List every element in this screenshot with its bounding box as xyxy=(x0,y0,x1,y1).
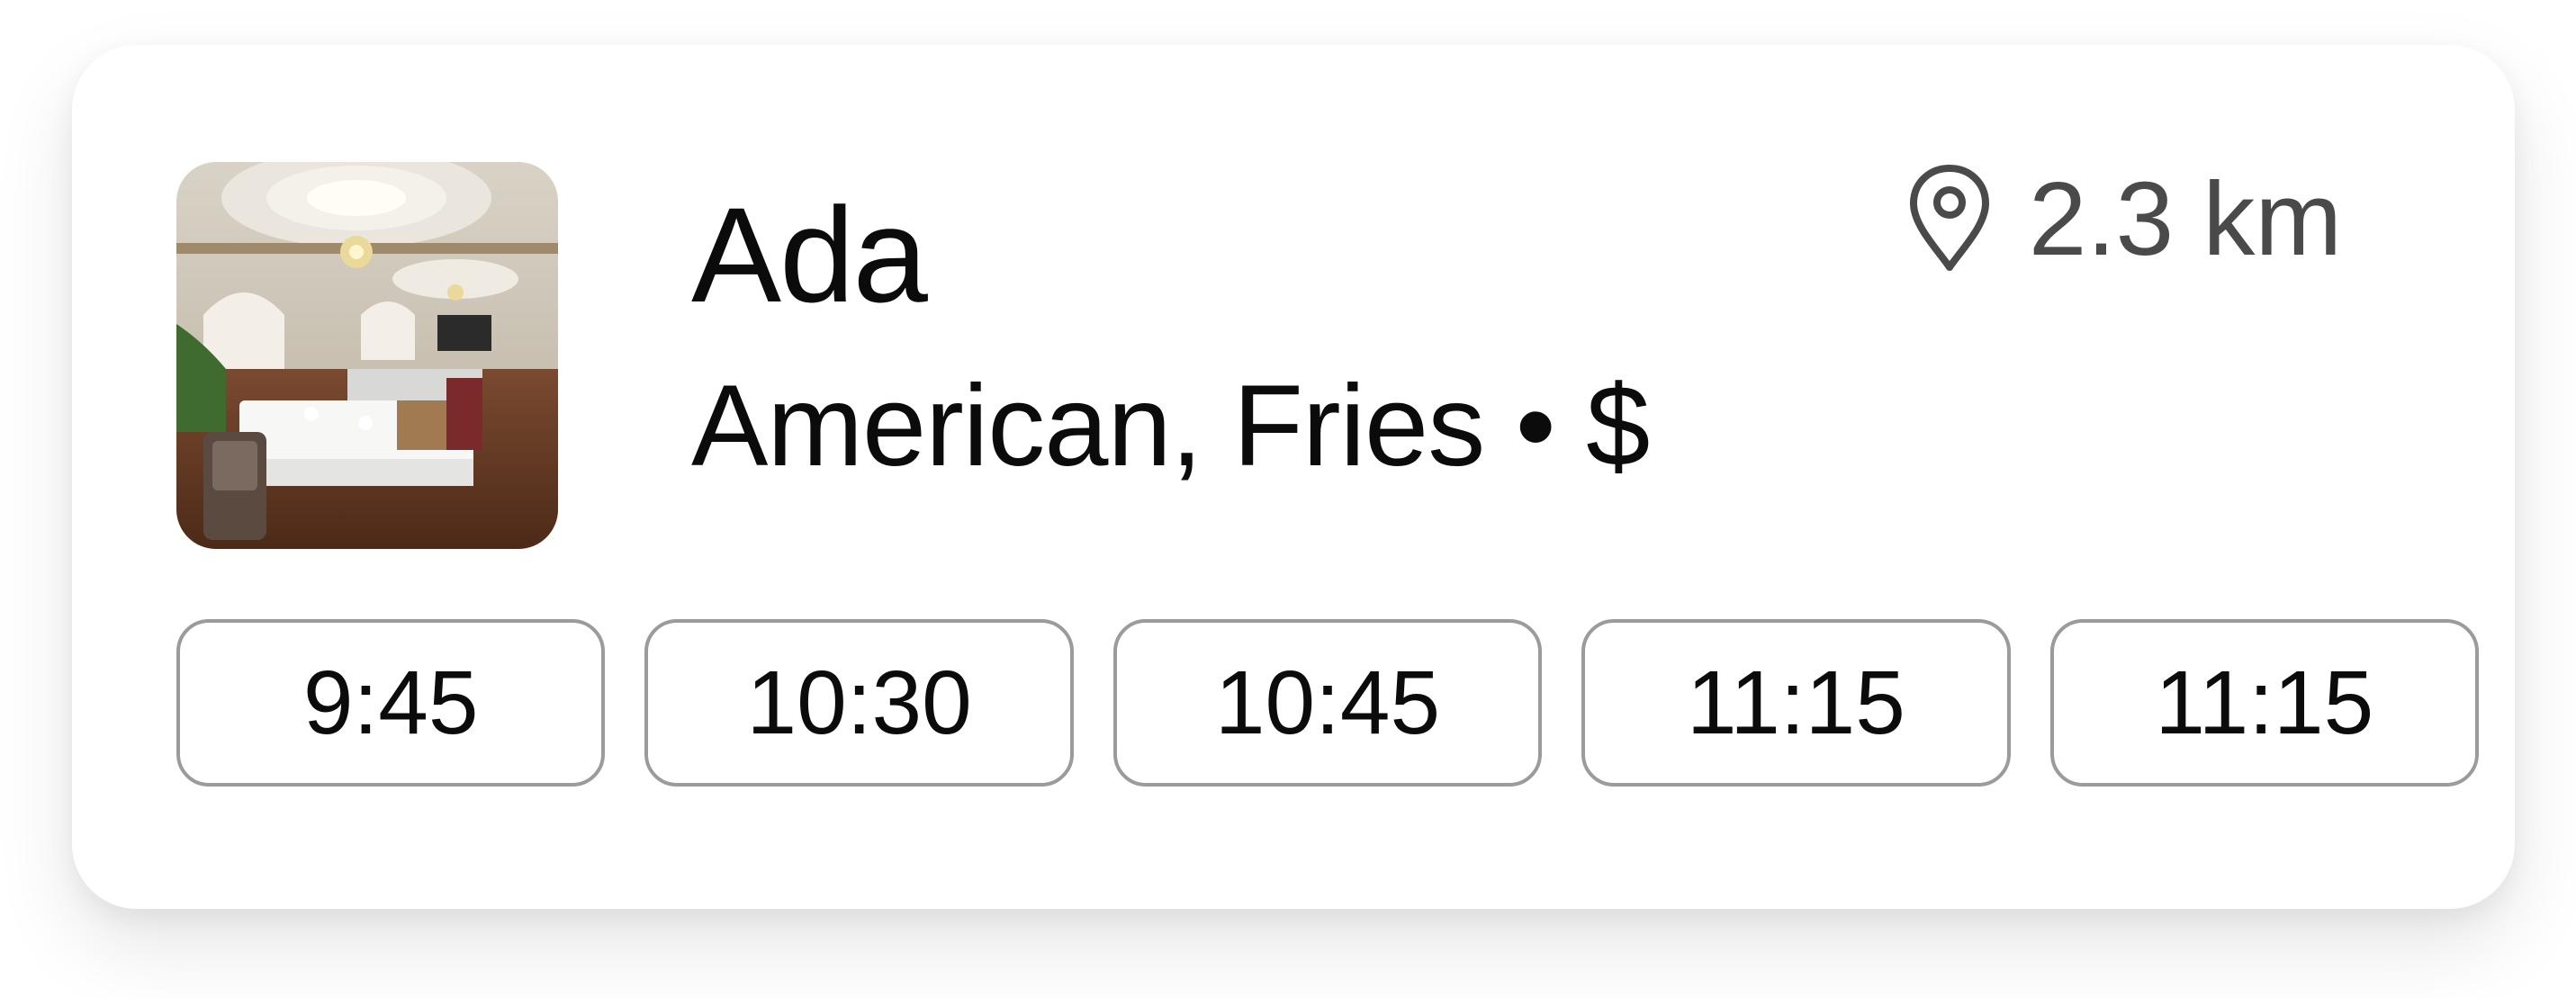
time-slot-list: 9:45 10:30 10:45 11:15 11:15 xyxy=(176,619,2480,792)
screen: Ada American, Fries • $ 2.3 km 9:45 10:3… xyxy=(0,0,2576,998)
restaurant-photo xyxy=(176,162,558,549)
time-slot-button[interactable]: 9:45 xyxy=(176,619,606,787)
cuisine-price: American, Fries • $ xyxy=(691,362,1650,490)
restaurant-name: Ada xyxy=(691,179,928,330)
time-slot-button[interactable]: 11:15 xyxy=(1581,619,2011,787)
restaurant-card[interactable]: Ada American, Fries • $ 2.3 km 9:45 10:3… xyxy=(72,45,2515,909)
time-slot-button[interactable]: 11:15 xyxy=(2049,619,2480,787)
time-slot-button[interactable]: 10:45 xyxy=(1112,619,1543,787)
time-slot-button[interactable]: 10:30 xyxy=(644,619,1074,787)
distance-label: 2.3 km xyxy=(2028,160,2342,277)
location-pin-icon xyxy=(1909,165,1989,271)
distance-info: 2.3 km xyxy=(1905,160,2342,277)
